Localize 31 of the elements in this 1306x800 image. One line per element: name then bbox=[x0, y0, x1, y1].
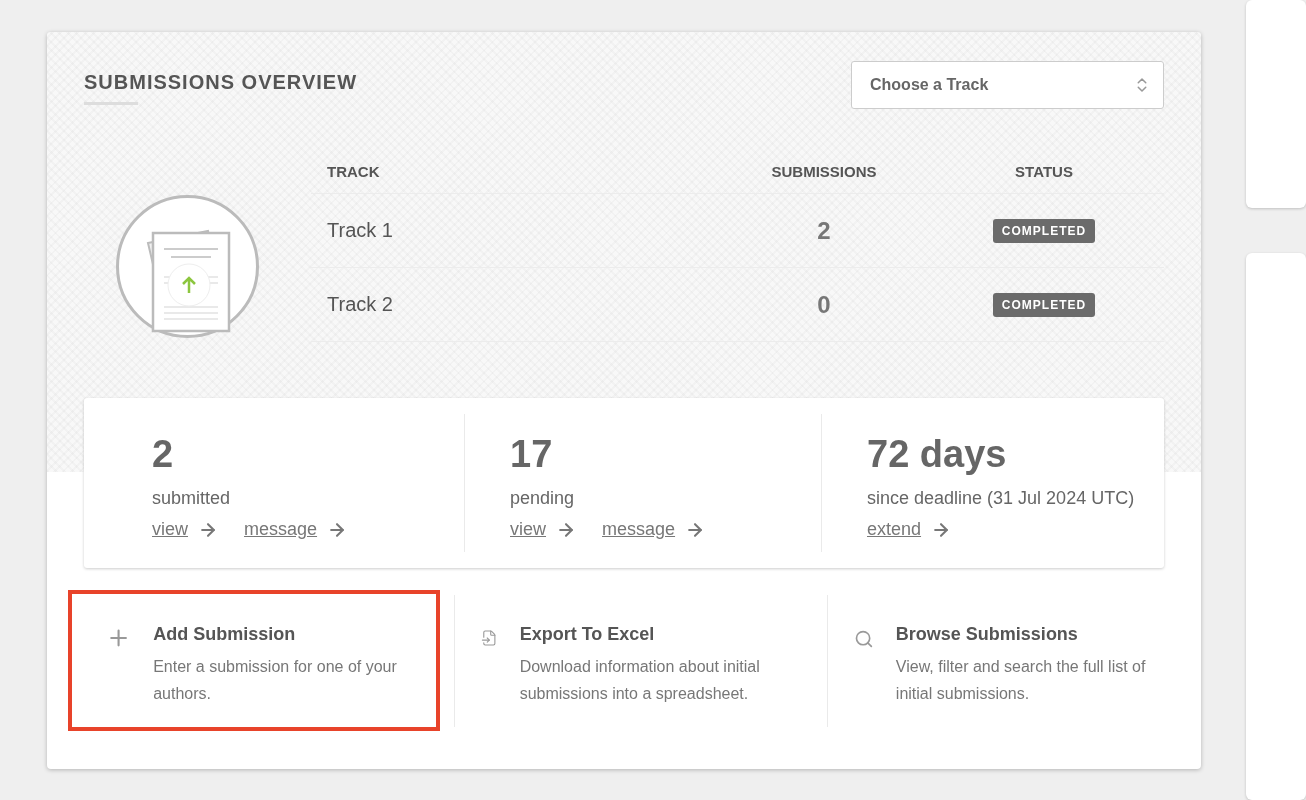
column-header: TRACK bbox=[326, 162, 381, 180]
action-description: View, filter and search the full list of initial submissions. bbox=[895, 657, 1147, 704]
action-title: Export To Excel bbox=[519, 624, 656, 645]
action-item[interactable]: Export To Excel Download information about initial submissions into a spreadsheet. bbox=[469, 590, 813, 731]
column-header: STATUS bbox=[1014, 162, 1074, 180]
track-name: Track 2 bbox=[326, 293, 394, 316]
status-badge: COMPLETED bbox=[992, 218, 1096, 243]
stat-link[interactable]: view bbox=[152, 519, 188, 540]
stat-value: 17 bbox=[510, 432, 554, 476]
highlighted-action[interactable]: Add Submission Enter a submission for one of your authors. bbox=[68, 590, 440, 731]
stat-link[interactable]: extend bbox=[867, 519, 922, 540]
status-badge: COMPLETED bbox=[992, 292, 1096, 317]
stat-link[interactable]: message bbox=[602, 519, 676, 540]
column-header: SUBMISSIONS bbox=[770, 162, 878, 180]
stat-value: 72 days bbox=[867, 432, 1008, 476]
stat-label: pending bbox=[510, 488, 576, 509]
stat-label: submitted bbox=[152, 488, 232, 509]
stat-value: 2 bbox=[152, 432, 175, 476]
action-title: Add Submission bbox=[153, 624, 297, 645]
action-item[interactable]: Browse Submissions View, filter and search the full list of initial submissions. bbox=[842, 590, 1164, 731]
submission-count: 2 bbox=[816, 216, 832, 245]
submission-count: 0 bbox=[816, 290, 832, 319]
action-description: Download information about initial submissions into a spreadsheet. bbox=[519, 657, 761, 704]
action-title: Browse Submissions bbox=[895, 624, 1079, 645]
track-name: Track 1 bbox=[326, 219, 394, 242]
stat-link[interactable]: message bbox=[244, 519, 318, 540]
track-select[interactable]: Choose a Track bbox=[851, 61, 1164, 109]
stat-label: since deadline (31 Jul 2024 UTC) bbox=[867, 488, 1136, 509]
section-title: SUBMISSIONS OVERVIEW bbox=[84, 71, 357, 94]
action-description: Enter a submission for one of your authors. bbox=[153, 657, 398, 704]
stat-link[interactable]: view bbox=[510, 519, 546, 540]
